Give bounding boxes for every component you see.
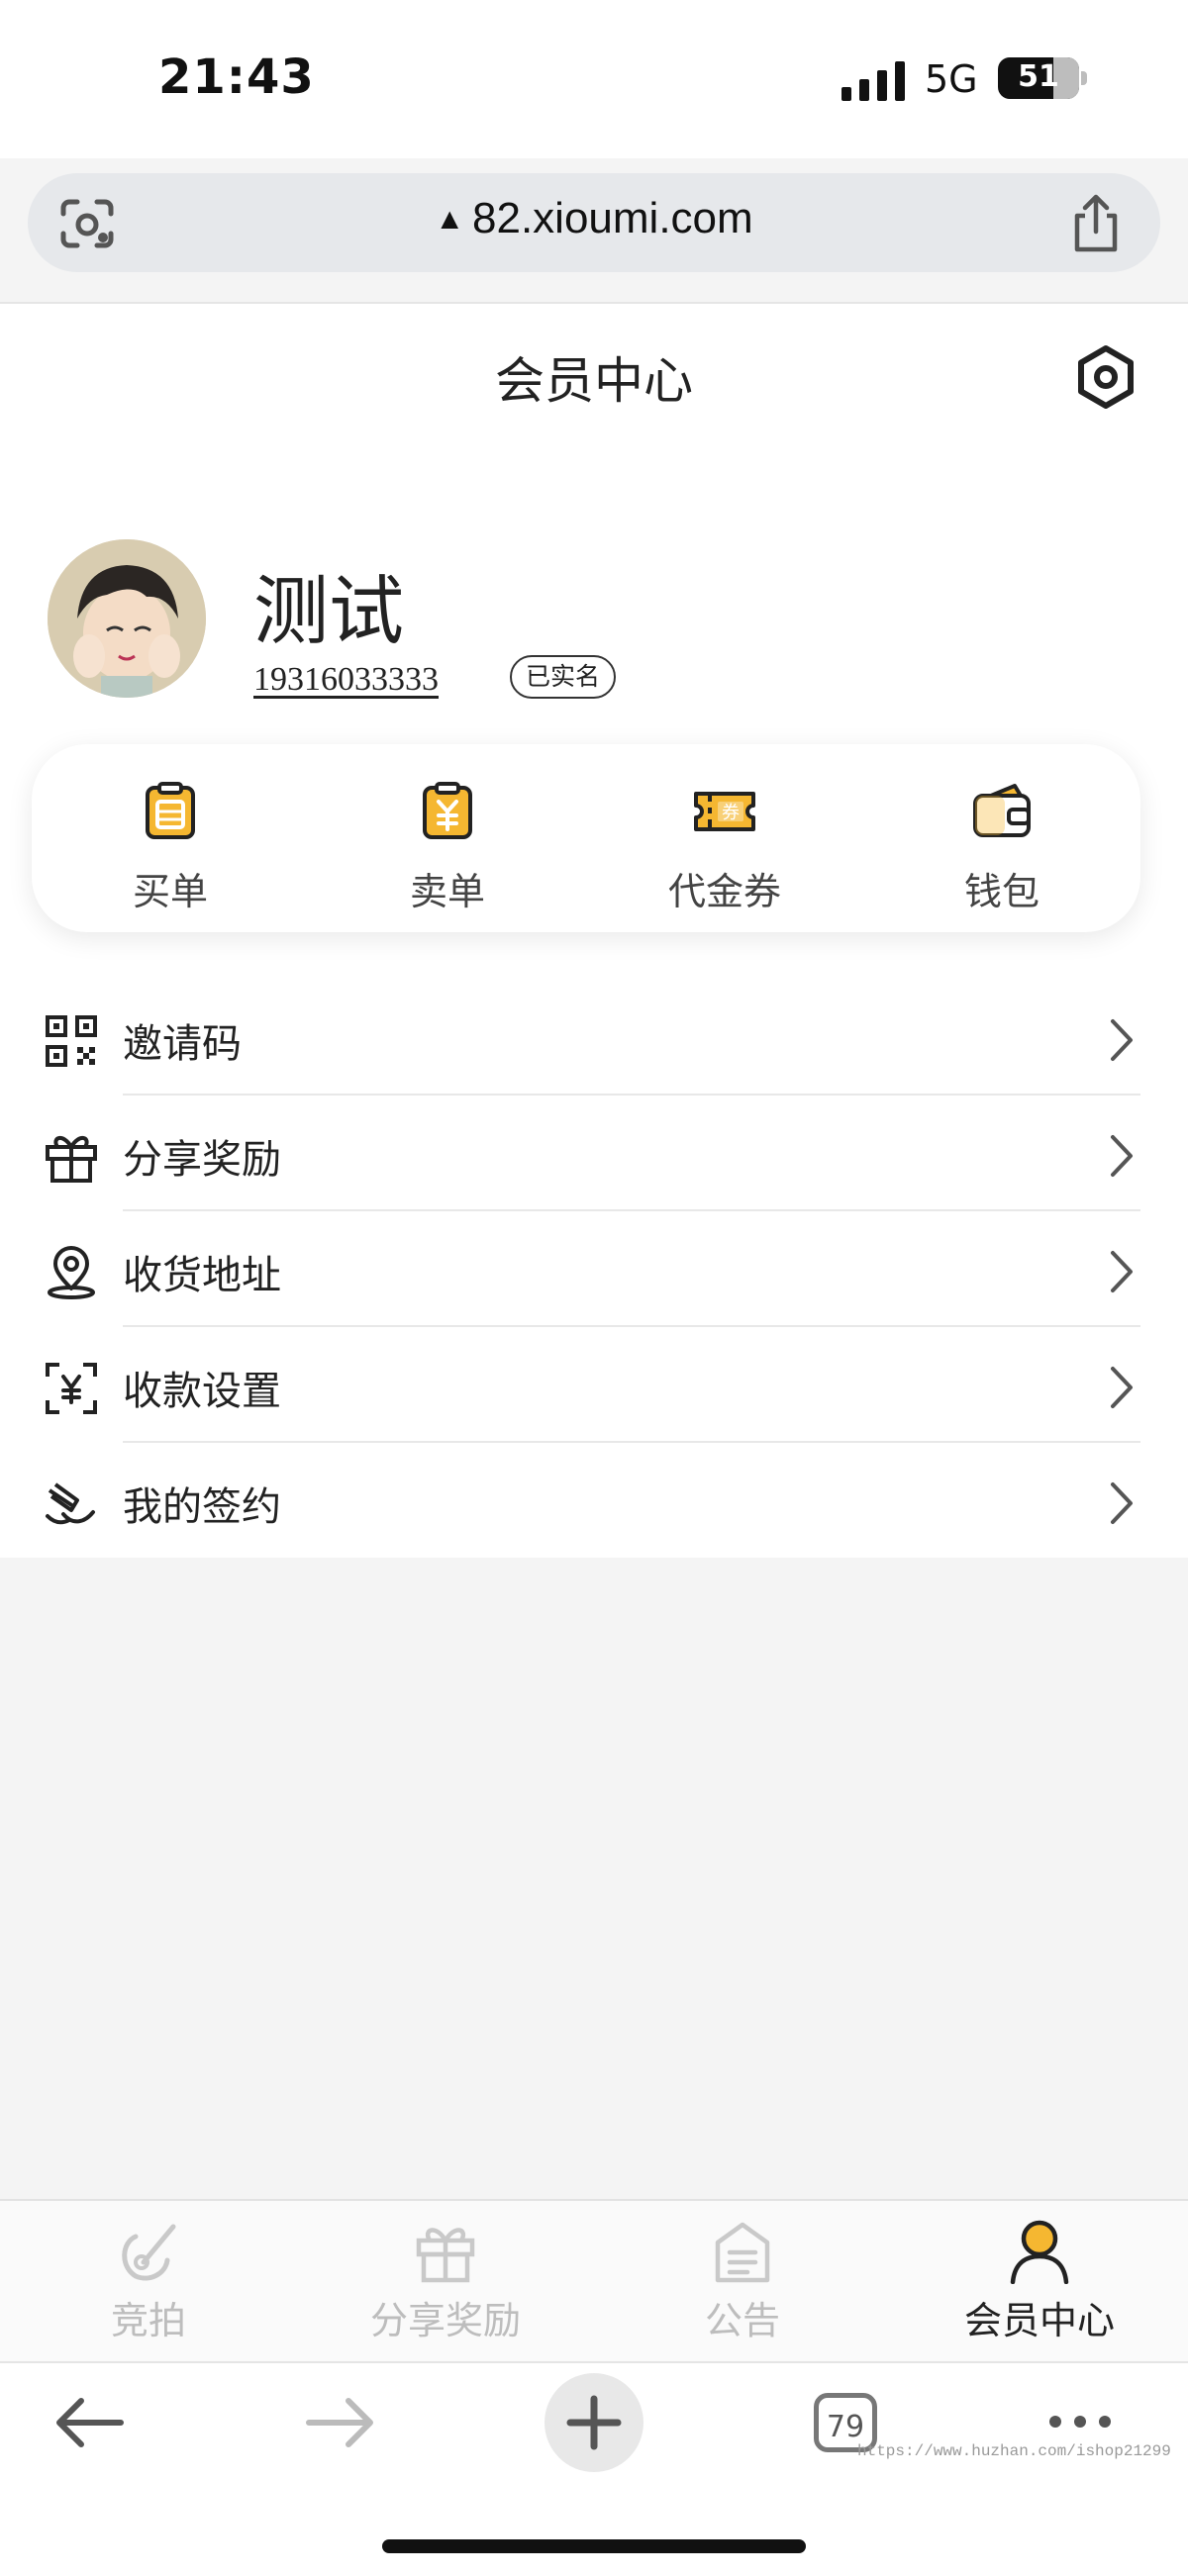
battery-level: 51 (1018, 59, 1059, 94)
wallet-icon (973, 784, 1031, 837)
avatar[interactable] (48, 539, 206, 698)
menu-item-payment-settings[interactable]: 收款设置 (0, 1327, 1188, 1443)
menu-label: 分享奖励 (123, 1137, 281, 1183)
gift-icon (46, 1136, 97, 1183)
tab-auction[interactable]: 竞拍 (0, 2219, 297, 2344)
menu-item-share-reward[interactable]: 分享奖励 (0, 1096, 1188, 1211)
notice-icon (715, 2222, 770, 2283)
payment-scan-icon (46, 1363, 97, 1414)
qrcode-icon (46, 1015, 97, 1067)
verified-badge: 已实名 (510, 655, 617, 699)
quick-action-sell[interactable]: 卖单 (329, 782, 566, 915)
url-text[interactable]: ▲ 82.xioumi.com (0, 194, 1188, 243)
sell-order-icon (423, 782, 472, 839)
menu-label: 收款设置 (123, 1369, 281, 1414)
signal-icon (842, 61, 905, 101)
chevron-right-icon (1111, 1251, 1133, 1292)
more-icon[interactable] (1045, 2407, 1115, 2436)
quick-action-voucher[interactable]: 券 代金券 (606, 782, 843, 915)
tab-label: 分享奖励 (369, 2299, 521, 2342)
settings-icon[interactable] (1071, 342, 1140, 412)
user-phone: 19316033333 (253, 661, 439, 698)
sign-icon (46, 1482, 95, 1525)
watermark-text: https://www.huzhan.com/ishop21299 (857, 2442, 1171, 2460)
back-arrow-icon[interactable] (51, 2393, 127, 2452)
home-indicator (382, 2539, 806, 2553)
quick-action-label: 钱包 (963, 870, 1040, 913)
chevron-right-icon (1111, 1135, 1133, 1177)
page-title: 会员中心 (495, 352, 693, 410)
tab-label: 竞拍 (110, 2299, 186, 2342)
quick-action-buy[interactable]: 买单 (51, 782, 289, 915)
status-time: 21:43 (158, 49, 315, 105)
chevron-right-icon (1111, 1019, 1133, 1061)
share-icon[interactable] (1067, 194, 1125, 253)
chevron-right-icon (1111, 1367, 1133, 1408)
menu-item-invite-code[interactable]: 邀请码 (0, 980, 1188, 1096)
gift-icon (416, 2228, 475, 2283)
network-type: 5G (925, 57, 978, 101)
user-name: 测试 (253, 567, 404, 655)
battery-tip (1081, 71, 1087, 85)
tab-member-center[interactable]: 会员中心 (891, 2219, 1188, 2344)
menu-item-shipping-address[interactable]: 收货地址 (0, 1211, 1188, 1327)
new-tab-button[interactable] (544, 2373, 644, 2472)
quick-action-label: 卖单 (409, 870, 485, 913)
location-icon (48, 1246, 95, 1299)
forward-arrow-icon[interactable] (303, 2393, 378, 2452)
member-icon (1010, 2220, 1069, 2284)
tab-label: 公告 (704, 2299, 780, 2342)
auction-icon (122, 2224, 176, 2281)
quick-action-label: 代金券 (667, 870, 781, 913)
quick-action-label: 买单 (132, 870, 208, 913)
quick-action-wallet[interactable]: 钱包 (883, 782, 1121, 915)
avatar-image (48, 539, 206, 698)
menu-item-my-contract[interactable]: 我的签约 (0, 1443, 1188, 1559)
menu-label: 收货地址 (123, 1253, 281, 1298)
tab-label: 会员中心 (963, 2299, 1115, 2342)
url-value: 82.xioumi.com (472, 194, 753, 242)
tab-notice[interactable]: 公告 (594, 2219, 891, 2344)
buy-order-icon (146, 782, 195, 839)
voucher-icon: 券 (694, 792, 755, 831)
tab-share-reward[interactable]: 分享奖励 (297, 2219, 594, 2344)
plus-icon (566, 2395, 622, 2450)
battery-icon: 51 (998, 57, 1079, 99)
menu-label: 我的签约 (123, 1484, 281, 1530)
warning-icon: ▲ (435, 203, 465, 236)
svg-text:券: 券 (722, 803, 740, 823)
menu-label: 邀请码 (123, 1021, 242, 1067)
chevron-right-icon (1111, 1482, 1133, 1524)
